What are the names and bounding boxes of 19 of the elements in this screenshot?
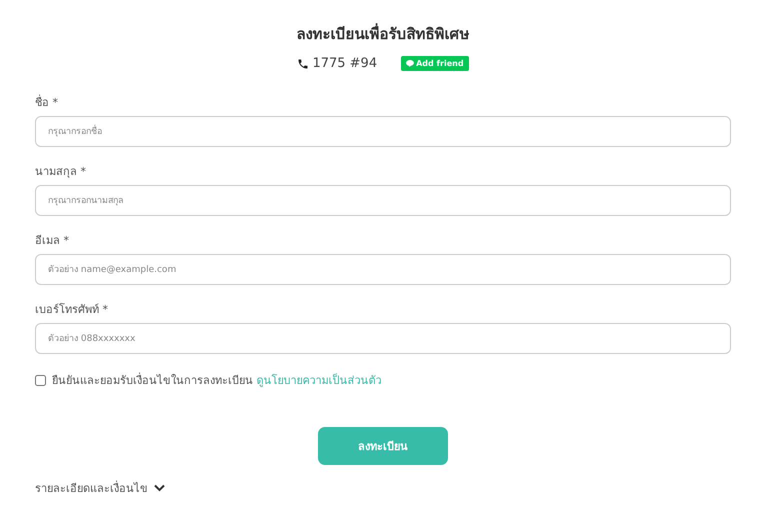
details-toggle[interactable]: รายละเอียดและเงื่อนไข	[35, 479, 165, 497]
field-label: อีเมล *	[35, 233, 69, 249]
input-field[interactable]: ตัวอย่าง 088xxxxxxx	[35, 323, 731, 354]
phone-number: 1775 #94	[312, 56, 378, 71]
add-friend-button[interactable]: Add friend	[401, 56, 469, 71]
chat-bubble-icon	[406, 60, 414, 67]
consent-text: ยืนยันและยอมรับเงื่อนไขในการลงทะเบียน ดูนโยบายความเป็นส่วนตัว	[52, 372, 382, 389]
field-label: นามสกุล *	[35, 164, 86, 180]
input-field[interactable]: กรุณากรอกชื่อ	[35, 116, 731, 147]
field-label: ชื่อ *	[35, 94, 58, 111]
register-button[interactable]: ลงทะเบียน	[318, 427, 448, 465]
phone-icon	[297, 58, 310, 70]
chevron-icon	[154, 484, 165, 492]
input-field[interactable]: ตัวอย่าง name@example.com	[35, 254, 731, 285]
privacy-link[interactable]: ดูนโยบายความเป็นส่วนตัว	[256, 374, 382, 387]
consent-checkbox[interactable]	[35, 374, 46, 386]
input-field[interactable]: กรุณากรอกนามสกุล	[35, 185, 731, 216]
field-label: เบอร์โทรศัพท์ *	[35, 302, 108, 318]
page-title: ลงทะเบียนเพื่อรับสิทธิพิเศษ	[296, 22, 470, 45]
